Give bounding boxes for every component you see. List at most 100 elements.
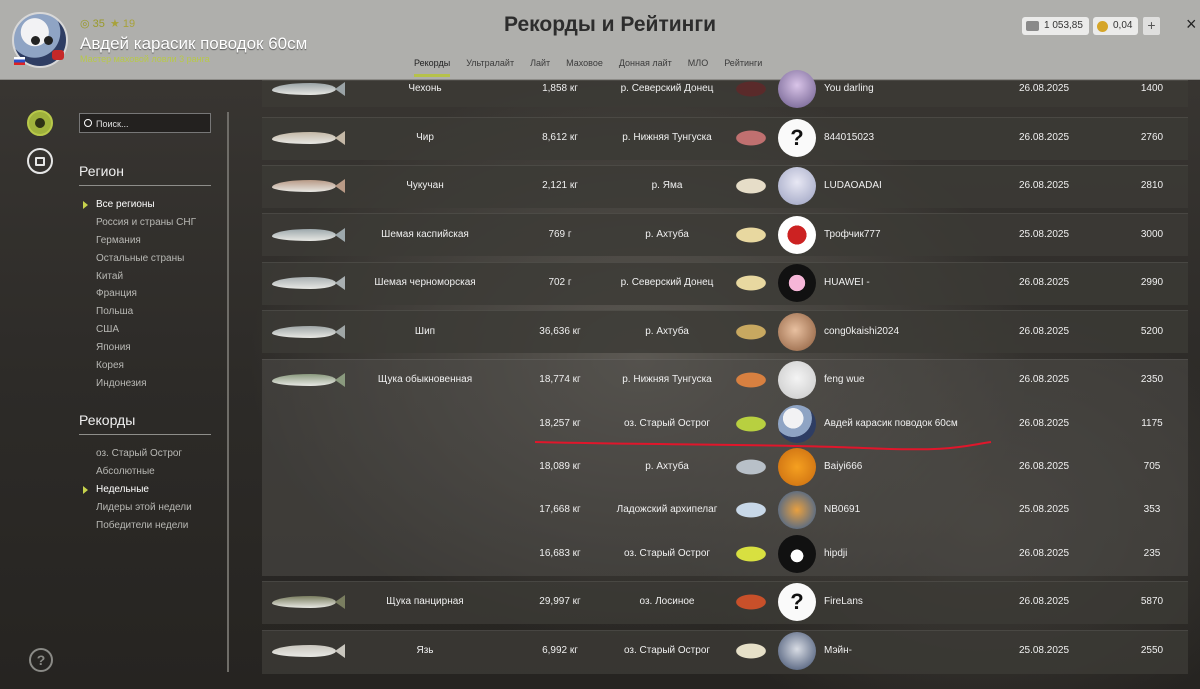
records-item-old-ostrog[interactable]: оз. Старый Острог: [83, 447, 192, 465]
player-name: hipdji: [824, 548, 848, 559]
table-row[interactable]: Чукучан 2,121 кг р. Яма LUDAOADAI 26.08.2025…: [262, 166, 1188, 206]
fish-name: Щука панцирная: [386, 596, 464, 607]
fish-name: Шемая каспийская: [381, 229, 469, 240]
catch-date: 25.08.2025: [1018, 645, 1070, 656]
player-avatar[interactable]: [778, 448, 816, 486]
player-avatar[interactable]: [778, 361, 816, 399]
bait-icon: [730, 125, 772, 151]
records-item-week-winners[interactable]: Победители недели: [83, 519, 192, 537]
close-icon[interactable]: ×: [1186, 14, 1197, 35]
region-list: Все регионы Россия и страны СНГ Германия…: [83, 198, 196, 395]
player-name: HUAWEI -: [824, 277, 870, 288]
catch-weight: 36,636 кг: [539, 326, 581, 337]
player-name: Baiyi666: [824, 461, 863, 472]
region-item-poland[interactable]: Польша: [83, 305, 196, 323]
gold-value: 0,04: [1113, 20, 1133, 31]
catch-date: 26.08.2025: [1018, 180, 1070, 191]
catch-score: 353: [1143, 504, 1161, 515]
player-name: FireLans: [824, 596, 863, 607]
page-title: Рекорды и Рейтинги: [504, 13, 716, 36]
player-avatar[interactable]: [778, 167, 816, 205]
catch-score: 3000: [1140, 229, 1164, 240]
catch-location: оз. Старый Острог: [623, 548, 711, 559]
player-avatar[interactable]: [778, 264, 816, 302]
player-name: 844015023: [824, 132, 875, 143]
bait-icon: [730, 541, 772, 567]
catch-score: 2990: [1140, 277, 1164, 288]
fish-name: Шемая черноморская: [374, 277, 476, 288]
fish-name: Чехонь: [408, 83, 442, 94]
catch-location: р. Северский Донец: [620, 83, 714, 94]
profile-rank: Мастер маховой ловли 3 ранга: [80, 54, 210, 64]
catch-score: 2550: [1140, 645, 1164, 656]
region-item-japan[interactable]: Япония: [83, 341, 196, 359]
catch-weight: 16,683 кг: [539, 548, 581, 559]
table-row[interactable]: Щука обыкновенная 18,774 кг р. Нижняя Тунг…: [262, 360, 1188, 400]
fish-image: [272, 373, 345, 387]
region-item-germany[interactable]: Германия: [83, 234, 196, 252]
table-row[interactable]: Чехонь 1,858 кг р. Северский Донец You darl…: [262, 69, 1188, 109]
catch-location: р. Нижняя Тунгуска: [622, 132, 712, 143]
table-row[interactable]: 17,668 кг Ладожский архипелаг NB0691 25.08.…: [262, 490, 1188, 530]
catch-weight: 18,774 кг: [539, 374, 581, 385]
player-avatar[interactable]: [778, 632, 816, 670]
region-item-korea[interactable]: Корея: [83, 359, 196, 377]
region-item-russia-cis[interactable]: Россия и страны СНГ: [83, 216, 196, 234]
community-icon[interactable]: [27, 110, 53, 136]
fish-image: [272, 82, 345, 96]
catch-date: 26.08.2025: [1018, 418, 1070, 429]
player-avatar[interactable]: [778, 70, 816, 108]
help-button[interactable]: ?: [29, 648, 53, 672]
region-item-usa[interactable]: США: [83, 323, 196, 341]
sidebar-divider: [227, 112, 229, 672]
unknown-avatar-icon[interactable]: ?: [778, 119, 816, 157]
search-input[interactable]: [96, 116, 208, 131]
records-item-weekly[interactable]: Недельные: [83, 483, 192, 501]
table-row[interactable]: Шемая каспийская 769 г р. Ахтуба Трофчик777…: [262, 215, 1188, 255]
add-currency-button[interactable]: +: [1143, 17, 1160, 35]
bait-icon: [730, 319, 772, 345]
region-item-france[interactable]: Франция: [83, 287, 196, 305]
catch-location: р. Ахтуба: [645, 461, 689, 472]
table-row[interactable]: 18,089 кг р. Ахтуба Baiyi666 26.08.2025 705: [262, 447, 1188, 487]
catch-location: оз. Лосиное: [639, 596, 695, 607]
records-item-week-leaders[interactable]: Лидеры этой недели: [83, 501, 192, 519]
region-item-china[interactable]: Китай: [83, 270, 196, 288]
region-item-other[interactable]: Остальные страны: [83, 252, 196, 270]
table-row[interactable]: 16,683 кг оз. Старый Острог hipdji 26.08.20…: [262, 534, 1188, 574]
catch-weight: 702 г: [548, 277, 572, 288]
table-row[interactable]: Чир 8,612 кг р. Нижняя Тунгуска? 844015023 2…: [262, 118, 1188, 158]
silver-value: 1 053,85: [1044, 20, 1083, 31]
catch-date: 26.08.2025: [1018, 83, 1070, 94]
profile-name: Авдей карасик поводок 60см: [80, 34, 308, 53]
table-row[interactable]: Язь 6,992 кг оз. Старый Острог Мэйн- 25.08.2…: [262, 631, 1188, 671]
bait-icon: [730, 497, 772, 523]
catch-weight: 29,997 кг: [539, 596, 581, 607]
player-avatar[interactable]: [778, 535, 816, 573]
region-item-all[interactable]: Все регионы: [83, 198, 196, 216]
unknown-avatar-icon[interactable]: ?: [778, 583, 816, 621]
bait-icon: [730, 454, 772, 480]
table-row[interactable]: Щука панцирная 29,997 кг оз. Лосиное? FireL…: [262, 582, 1188, 622]
catch-location: р. Яма: [651, 180, 683, 191]
archive-icon[interactable]: [27, 148, 53, 174]
player-name: cong0kaishi2024: [824, 326, 900, 337]
table-row[interactable]: Шип 36,636 кг р. Ахтуба cong0kaishi2024 26.0…: [262, 312, 1188, 352]
bait-icon: [730, 411, 772, 437]
player-avatar[interactable]: [778, 313, 816, 351]
player-avatar[interactable]: [778, 216, 816, 254]
catch-weight: 18,257 кг: [539, 418, 581, 429]
records-list: оз. Старый Острог Абсолютные Недельные Л…: [83, 447, 192, 536]
catch-date: 26.08.2025: [1018, 461, 1070, 472]
table-row[interactable]: Шемая черноморская 702 г р. Северский Доне…: [262, 263, 1188, 303]
player-name: feng wue: [824, 374, 865, 385]
catch-date: 26.08.2025: [1018, 132, 1070, 143]
catch-date: 26.08.2025: [1018, 548, 1070, 559]
player-avatar[interactable]: [778, 491, 816, 529]
catch-score: 5870: [1140, 596, 1164, 607]
catch-score: 235: [1143, 548, 1161, 559]
fish-image: [272, 595, 345, 609]
region-item-indonesia[interactable]: Индонезия: [83, 377, 196, 395]
records-item-absolute[interactable]: Абсолютные: [83, 465, 192, 483]
catch-location: р. Нижняя Тунгуска: [622, 374, 712, 385]
